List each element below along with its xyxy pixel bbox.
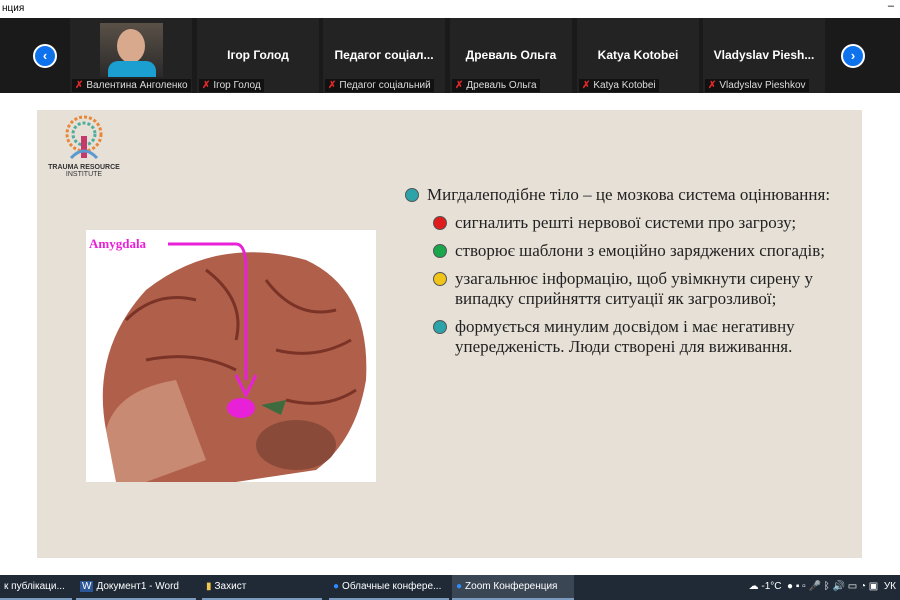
taskbar-item-zoom-meeting[interactable]: ● Zoom Конференция [452, 575, 574, 600]
language-indicator[interactable]: УК [884, 581, 896, 592]
sub-bullet-text: узагальнює інформацію, щоб увімкнути сир… [455, 269, 813, 308]
participant-name: Валентина Анголенко [86, 80, 188, 91]
main-bullet-text: Мигдалеподібне тіло – це мозкова система… [427, 185, 831, 204]
participant-name: Древаль Ольга [466, 80, 537, 91]
participant-name-label: ✗ Katya Kotobei [579, 79, 659, 92]
participant-name-label: ✗ Vladyslav Pieshkov [705, 79, 809, 92]
sub-bullet: сигналить решті нервової системи про заг… [433, 213, 845, 233]
sub-bullet: створює шаблони з емоційно заряджених сп… [433, 241, 845, 261]
weather-icon[interactable]: ☁ [749, 581, 759, 592]
participant-tile[interactable]: ✗ Валентина Анголенко [70, 18, 192, 93]
bullet-dot-icon [405, 188, 419, 202]
participant-display-name: Katya Kotobei [597, 48, 679, 62]
participant-display-name: Древаль Ольга [465, 48, 557, 62]
mic-muted-icon: ✗ [582, 80, 591, 91]
main-bullet: Мигдалеподібне тіло – це мозкова система… [405, 185, 845, 205]
amygdala-label: Amygdala [89, 236, 147, 251]
window-title: нция [2, 3, 25, 14]
windows-taskbar: к публікаци... W Документ1 - Word ▮ Захист… [0, 575, 900, 600]
logo-tree-icon [65, 115, 103, 160]
taskbar-item-folder[interactable]: ▮ Захист [202, 575, 322, 600]
participant-tile[interactable]: Древаль Ольга ✗ Древаль Ольга [450, 18, 572, 93]
participant-tile[interactable]: Педагог соціал... ✗ Педагог соціальний [323, 18, 445, 93]
participant-gallery: ‹ ✗ Валентина Анголенко Ігор Голод ✗ Ігор … [0, 18, 900, 93]
sub-bullet: формується минулим досвідом і має негати… [433, 317, 845, 357]
participant-name-label: ✗ Ігор Голод [199, 79, 264, 92]
participant-display-name: Педагог соціал... [334, 48, 434, 62]
participant-display-name: Ігор Голод [227, 48, 289, 62]
zoom-icon: ● [333, 581, 340, 592]
taskbar-item-word[interactable]: W Документ1 - Word [76, 575, 196, 600]
participant-tile[interactable]: Vladyslav Piesh... ✗ Vladyslav Pieshkov [703, 18, 825, 93]
bullet-dot-icon [433, 216, 447, 230]
bullet-dot-icon [433, 320, 447, 334]
sub-bullet: узагальнює інформацію, щоб увімкнути сир… [433, 269, 845, 309]
bullet-dot-icon [433, 244, 447, 258]
taskbar-label: Документ1 - Word [96, 581, 179, 592]
logo-text: TRAUMA RESOURCE [48, 164, 120, 171]
amygdala-brain-image: Amygdala [86, 230, 376, 482]
participant-tile[interactable]: Katya Kotobei ✗ Katya Kotobei [577, 18, 699, 93]
window-title-bar: нция – [0, 0, 900, 18]
mic-muted-icon: ✗ [75, 80, 84, 91]
shared-screen: TRAUMA RESOURCE INSTITUTE Amygdala Мигда… [22, 95, 878, 572]
mic-muted-icon: ✗ [455, 80, 464, 91]
taskbar-item[interactable]: к публікаци... [0, 575, 72, 600]
slide-text: Мигдалеподібне тіло – це мозкова система… [405, 185, 845, 365]
participant-name-label: ✗ Педагог соціальний [325, 79, 434, 92]
taskbar-label: Zoom Конференция [465, 581, 558, 592]
participant-name: Katya Kotobei [593, 80, 656, 91]
taskbar-item-zoom-cloud[interactable]: ● Облачные конфере... [329, 575, 449, 600]
participant-display-name: Vladyslav Piesh... [713, 48, 815, 62]
taskbar-label: Захист [214, 581, 247, 592]
sub-bullet-text: формується минулим досвідом і має негати… [455, 317, 795, 356]
taskbar-label: Облачные конфере... [342, 581, 442, 592]
mic-muted-icon: ✗ [328, 80, 337, 91]
participant-name: Ігор Голод [213, 80, 261, 91]
bullet-dot-icon [433, 272, 447, 286]
next-page-button[interactable]: › [841, 44, 865, 68]
folder-icon: ▮ [206, 581, 212, 592]
mic-muted-icon: ✗ [202, 80, 211, 91]
mic-muted-icon: ✗ [708, 80, 717, 91]
participant-name: Педагог соціальний [339, 80, 431, 91]
participant-name: Vladyslav Pieshkov [719, 80, 806, 91]
prev-page-button[interactable]: ‹ [33, 44, 57, 68]
trauma-resource-institute-logo: TRAUMA RESOURCE INSTITUTE [41, 114, 127, 178]
presentation-slide: TRAUMA RESOURCE INSTITUTE Amygdala Мигда… [37, 110, 862, 558]
system-tray: ☁ -1°C ● ▪ ▫ 🎤 ᛒ 🔊 ▭ ◔ ▣ УК [749, 581, 896, 592]
participant-name-label: ✗ Древаль Ольга [452, 79, 540, 92]
minimize-button[interactable]: – [888, 0, 894, 12]
logo-subtext: INSTITUTE [65, 171, 103, 178]
sub-bullet-text: сигналить решті нервової системи про заг… [455, 213, 797, 232]
zoom-icon: ● [456, 581, 463, 592]
tray-icons[interactable]: ● ▪ ▫ 🎤 ᛒ 🔊 ▭ ◔ ▣ [784, 581, 881, 592]
word-icon: W [80, 581, 94, 592]
participant-video [100, 23, 163, 77]
weather-temp[interactable]: -1°C [761, 581, 781, 592]
participant-name-label: ✗ Валентина Анголенко [72, 79, 191, 92]
sub-bullet-text: створює шаблони з емоційно заряджених сп… [455, 241, 825, 260]
participant-tile[interactable]: Ігор Голод ✗ Ігор Голод [197, 18, 319, 93]
